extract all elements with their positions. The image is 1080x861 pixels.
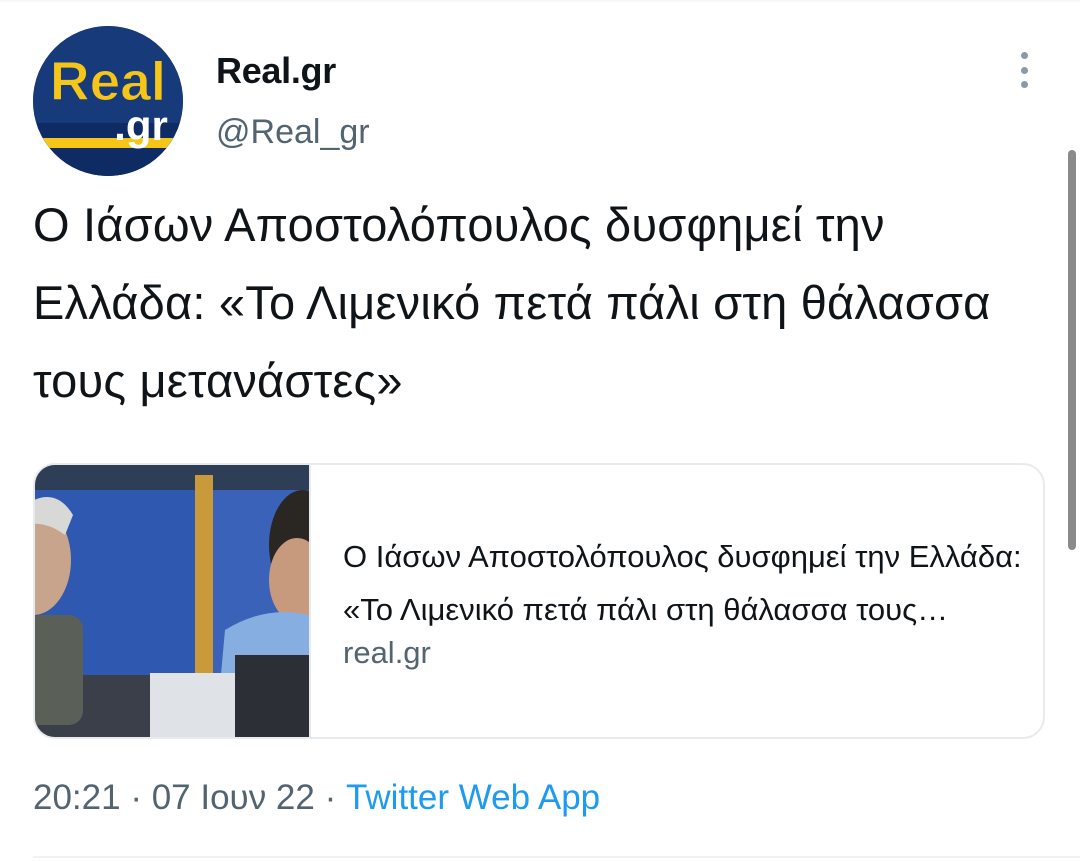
author-handle[interactable]: @Real_gr bbox=[216, 113, 370, 152]
scrollbar[interactable] bbox=[1068, 150, 1076, 550]
tweet-meta: 20:21 · 07 Ιουν 22 · Twitter Web App bbox=[33, 778, 600, 818]
author-name[interactable]: Real.gr bbox=[216, 50, 336, 92]
avatar[interactable]: Real .gr bbox=[33, 26, 183, 176]
meta-separator: · bbox=[120, 778, 152, 817]
meta-separator: · bbox=[314, 778, 346, 817]
top-divider bbox=[0, 0, 1080, 3]
bottom-divider bbox=[33, 856, 1080, 858]
real-gr-logo: Real .gr bbox=[33, 26, 183, 176]
tweet-date[interactable]: 07 Ιουν 22 bbox=[152, 778, 315, 817]
tweet-time[interactable]: 20:21 bbox=[33, 778, 121, 817]
more-dot bbox=[1020, 52, 1028, 59]
tweet-source-link[interactable]: Twitter Web App bbox=[346, 778, 600, 817]
link-preview-title: Ο Ιάσων Αποστολόπουλος δυσφημεί την Ελλά… bbox=[343, 539, 1022, 627]
link-preview-image bbox=[35, 465, 311, 737]
more-dot bbox=[1020, 81, 1028, 88]
avatar-text-bottom: .gr bbox=[114, 102, 168, 149]
more-vertical-icon[interactable] bbox=[1014, 52, 1034, 88]
tweet-text: Ο Ιάσων Αποστολόπουλος δυσφημεί την Ελλά… bbox=[33, 198, 991, 407]
link-preview-card[interactable]: Ο Ιάσων Αποστολόπουλος δυσφημεί την Ελλά… bbox=[33, 463, 1045, 739]
link-preview-domain: real.gr bbox=[343, 635, 431, 670]
more-dot bbox=[1020, 66, 1028, 74]
tweet-detail-view: Real .gr Real.gr @Real_gr Ο Ιάσων Αποστο… bbox=[0, 0, 1080, 861]
